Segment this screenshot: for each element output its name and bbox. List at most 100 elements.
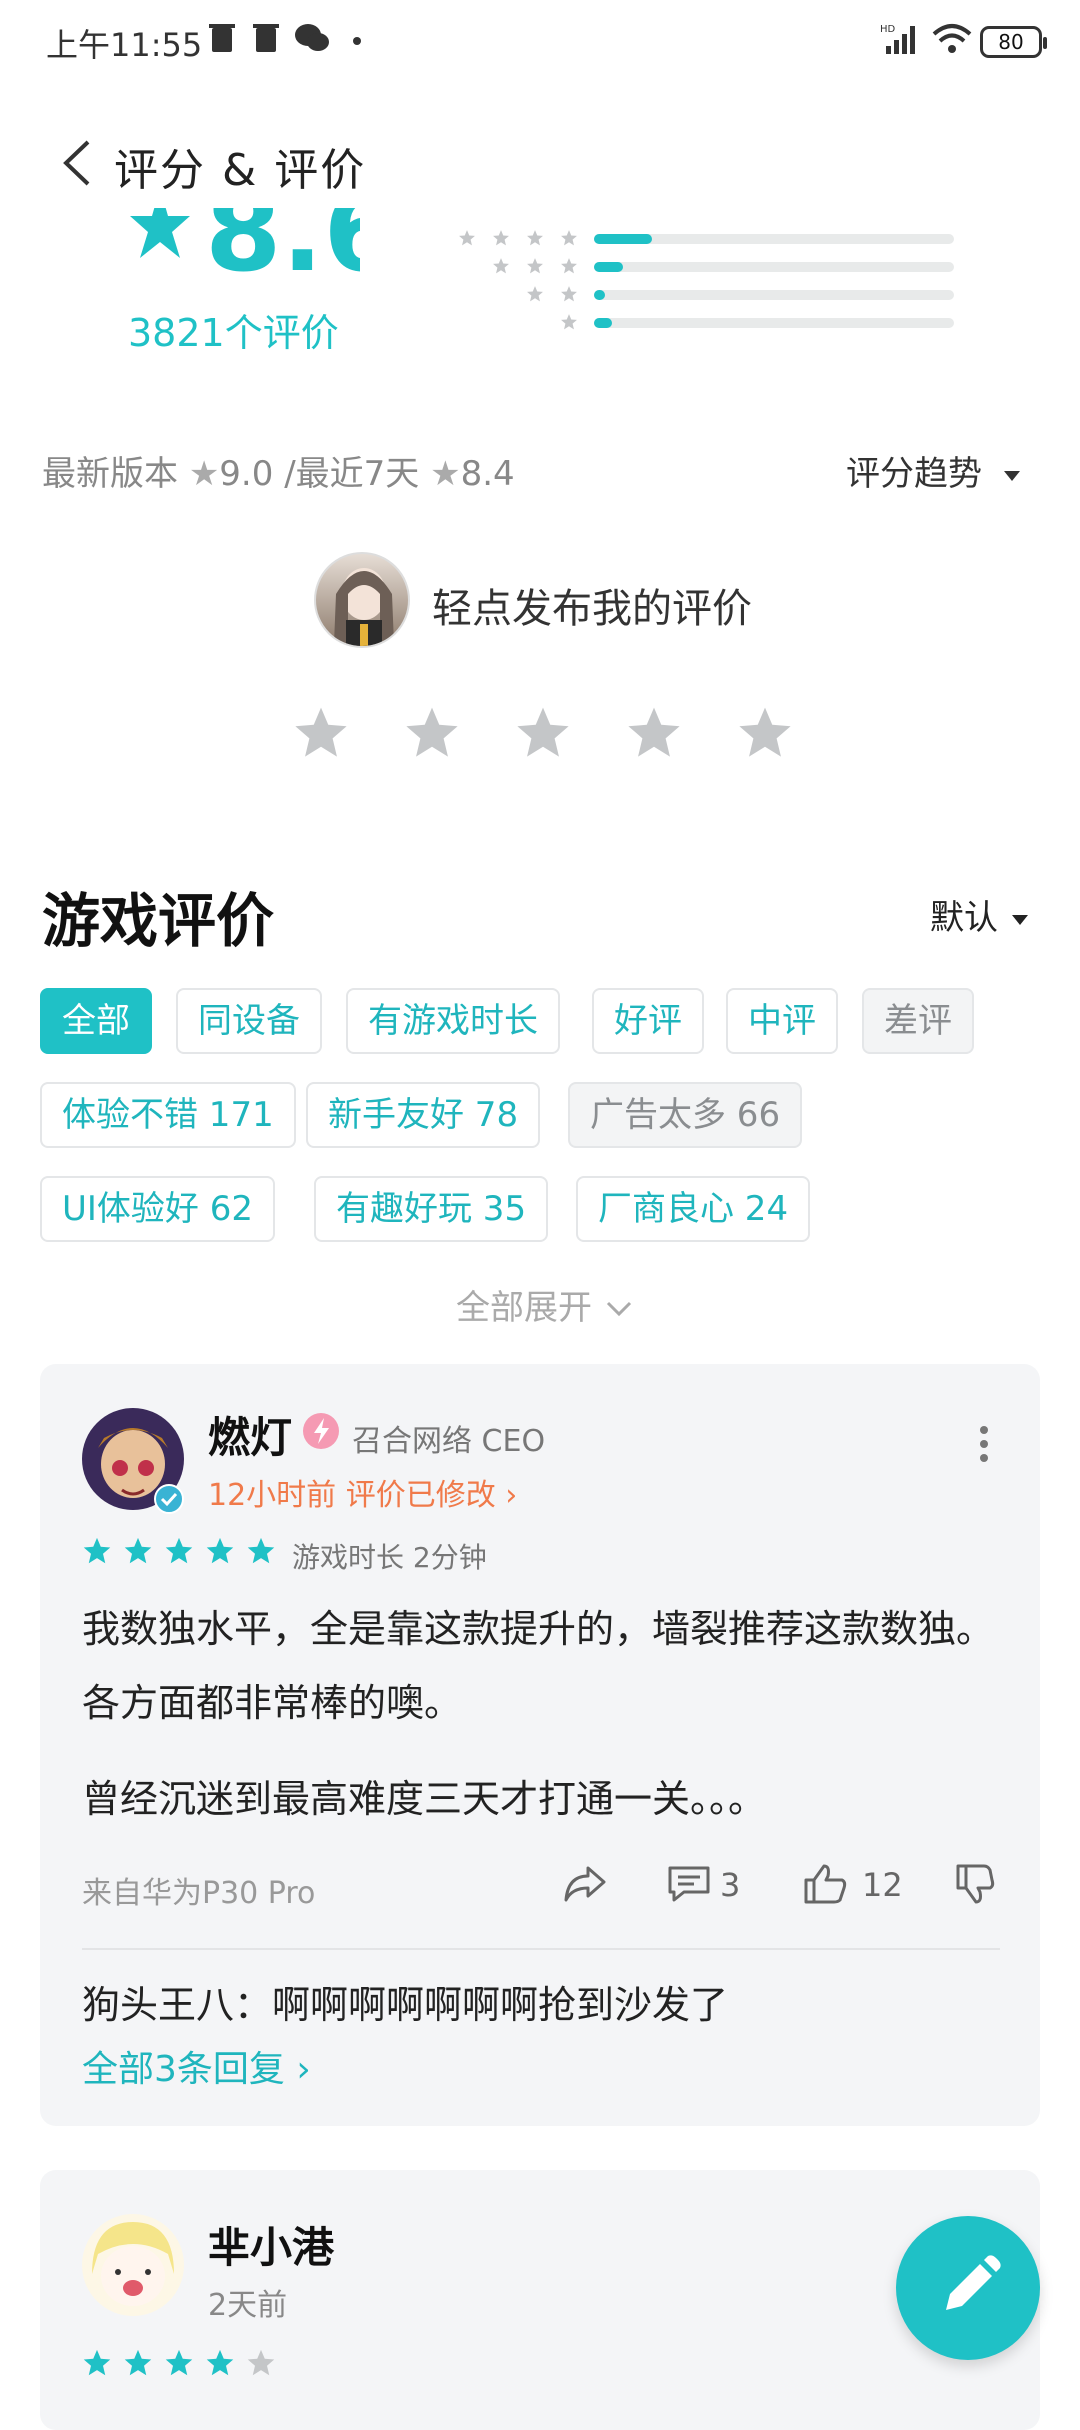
trend-label: 评分趋势: [846, 454, 982, 494]
reply-preview[interactable]: 狗头王八：啊啊啊啊啊啊啊抢到沙发了: [82, 1974, 728, 2029]
review-text: 曾经沉迷到最高难度三天才打通一关。。。: [82, 1777, 767, 1821]
user-title: 召合网络 CEO: [352, 1424, 546, 1459]
username[interactable]: 芈小港: [208, 2214, 334, 2275]
rating-bar-track: [594, 234, 954, 244]
star-icon: ★: [188, 454, 220, 494]
score-display: 8.6: [120, 208, 360, 288]
rating-star-icon: [124, 1537, 152, 1564]
filter-tag[interactable]: 新手友好 78: [306, 1082, 541, 1148]
like-count: 12: [862, 1866, 903, 1904]
rating-star-icon: [206, 1537, 234, 1564]
trash-icon: [209, 24, 235, 52]
rate-star-icon[interactable]: [514, 704, 572, 762]
latest-version-score: 9.0: [219, 454, 274, 494]
username[interactable]: 燃灯: [208, 1404, 292, 1465]
filter-tag[interactable]: 好评: [592, 988, 704, 1054]
filter-tag[interactable]: UI体验好 62: [40, 1176, 275, 1242]
filter-tag[interactable]: 有趣好玩 35: [314, 1176, 549, 1242]
comment-count: 3: [720, 1866, 741, 1904]
rating-star-icon: [83, 2349, 111, 2376]
rating-bar-fill: [594, 234, 652, 244]
badge-icon: [303, 1413, 339, 1449]
caret-down-icon: [1012, 914, 1028, 925]
write-review-prompt[interactable]: 轻点发布我的评价: [432, 576, 752, 634]
wifi-icon: [932, 24, 972, 53]
more-icon[interactable]: [978, 1424, 990, 1464]
rating-bar-fill: [594, 262, 623, 272]
rating-bar-track: [594, 262, 954, 272]
review-time[interactable]: 12小时前 评价已修改 ›: [208, 1470, 517, 1514]
filter-tag[interactable]: 厂商良心 24: [576, 1176, 811, 1242]
rate-star-icon[interactable]: [292, 704, 350, 762]
rating-bar-fill: [594, 290, 605, 300]
filter-tag[interactable]: 中评: [726, 988, 838, 1054]
score-value: 8.6: [205, 208, 360, 288]
thumbs-up-icon[interactable]: [802, 1862, 848, 1906]
comment-icon[interactable]: [666, 1864, 712, 1904]
star-icon: [561, 314, 577, 330]
avatar[interactable]: [82, 2214, 184, 2316]
star-icon: [493, 230, 509, 246]
star-icon: [459, 230, 475, 246]
filter-tag[interactable]: 同设备: [176, 988, 322, 1054]
rating-star-icon: [165, 2349, 193, 2376]
star-icon: [527, 230, 543, 246]
expand-label: 全部展开: [456, 1288, 592, 1328]
filter-tag[interactable]: 广告太多 66: [568, 1082, 803, 1148]
star-icon: [130, 208, 190, 258]
version-scores: 最新版本 ★9.0 /最近7天 ★8.4: [42, 446, 515, 495]
page-title: 评分 & 评价: [114, 145, 367, 196]
pencil-icon: [946, 2255, 1001, 2310]
rating-bar-track: [594, 290, 954, 300]
share-icon[interactable]: [562, 1864, 608, 1904]
rate-star-icon[interactable]: [625, 704, 683, 762]
caret-down-icon: [1004, 470, 1020, 481]
filter-tag[interactable]: 差评: [862, 988, 974, 1054]
battery-icon: 80: [980, 26, 1047, 58]
filter-tag[interactable]: 有游戏时长: [346, 988, 560, 1054]
playtime: 游戏时长 2分钟: [292, 1541, 487, 1574]
verified-icon: [154, 1484, 184, 1514]
star-icon: ★: [430, 454, 461, 494]
thumbs-down-icon[interactable]: [954, 1862, 1000, 1906]
filter-tag[interactable]: 体验不错 171: [40, 1082, 296, 1148]
sort-label: 默认: [930, 898, 998, 938]
rating-star-icon: [247, 1537, 275, 1564]
avatar: [314, 552, 410, 648]
svg-text:HD: HD: [880, 24, 896, 35]
dot-icon: [353, 37, 361, 45]
chevron-down-icon: [606, 1301, 632, 1317]
star-icon: [561, 286, 577, 302]
all-replies-link[interactable]: 全部3条回复 ›: [82, 2040, 311, 2092]
divider: [82, 1948, 1000, 1950]
review-card: 燃灯 召合网络 CEO 12小时前 评价已修改 › 游戏时长 2分钟 我数独水平…: [40, 1364, 1040, 2126]
rating-bar-fill: [594, 318, 612, 328]
latest-version-label: 最新版本: [42, 454, 178, 494]
rating-bar-track: [594, 318, 954, 328]
star-icon: [561, 230, 577, 246]
review-time: 2天前: [208, 2288, 288, 2323]
sort-dropdown[interactable]: 默认: [930, 890, 1028, 939]
signal-icon: HD: [880, 24, 915, 54]
rate-star-icon[interactable]: [736, 704, 794, 762]
device-label: 来自华为P30 Pro: [82, 1876, 316, 1911]
rate-star-icon[interactable]: [403, 704, 461, 762]
rating-count: 3821个评价: [128, 311, 339, 355]
wechat-icon: [295, 24, 329, 51]
expand-all-button[interactable]: 全部展开: [456, 1280, 634, 1329]
filter-tag[interactable]: 全部: [40, 988, 152, 1054]
status-time: 上午11:55: [46, 26, 203, 64]
score-trend-button[interactable]: 评分趋势: [846, 446, 1020, 495]
star-icon: [561, 258, 577, 274]
status-bar: 上午11:55 HD 80: [0, 0, 1080, 84]
section-title: 游戏评价: [42, 887, 275, 955]
rating-star-icon: [124, 2349, 152, 2376]
review-card: 芈小港 2天前: [40, 2170, 1040, 2430]
rating-star-icon: [165, 1537, 193, 1564]
back-icon[interactable]: [60, 138, 94, 188]
write-review-button[interactable]: [896, 2216, 1040, 2360]
trash-icon: [253, 24, 279, 52]
rating-star-icon: [247, 2349, 275, 2376]
star-icon: [527, 258, 543, 274]
star-icon: [493, 258, 509, 274]
